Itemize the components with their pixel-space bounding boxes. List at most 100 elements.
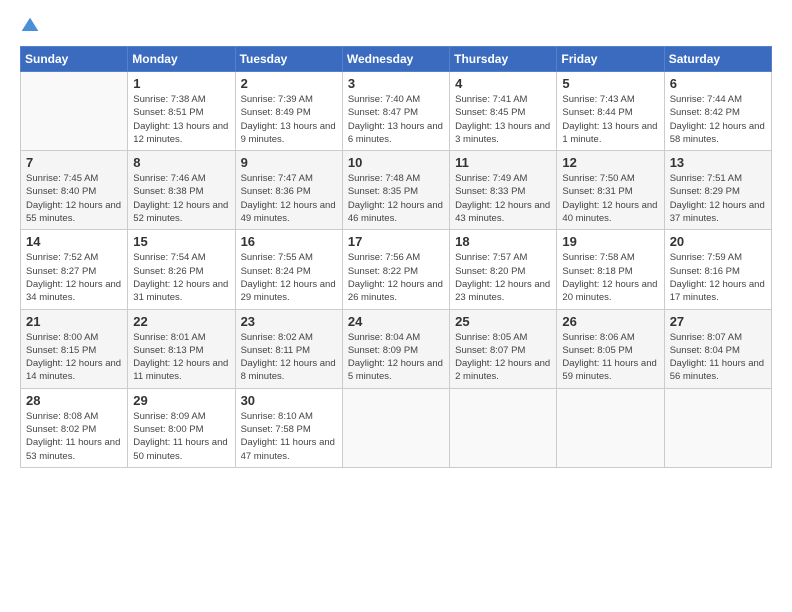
- calendar-cell: [664, 388, 771, 467]
- calendar-cell: 7 Sunrise: 7:45 AMSunset: 8:40 PMDaylight…: [21, 151, 128, 230]
- day-info: Sunrise: 7:39 AMSunset: 8:49 PMDaylight:…: [241, 93, 337, 146]
- day-info: Sunrise: 8:04 AMSunset: 8:09 PMDaylight:…: [348, 331, 444, 384]
- day-number: 26: [562, 314, 658, 329]
- day-info: Sunrise: 8:05 AMSunset: 8:07 PMDaylight:…: [455, 331, 551, 384]
- day-info: Sunrise: 8:00 AMSunset: 8:15 PMDaylight:…: [26, 331, 122, 384]
- day-info: Sunrise: 8:06 AMSunset: 8:05 PMDaylight:…: [562, 331, 658, 384]
- calendar-week-row: 14Sunrise: 7:52 AMSunset: 8:27 PMDayligh…: [21, 230, 772, 309]
- day-info: Sunrise: 7:50 AMSunset: 8:31 PMDaylight:…: [562, 172, 658, 225]
- calendar-cell: 5Sunrise: 7:43 AMSunset: 8:44 PMDaylight…: [557, 72, 664, 151]
- day-number: 13: [670, 155, 766, 170]
- day-of-week-header: Wednesday: [342, 47, 449, 72]
- day-info: Sunrise: 7:45 AMSunset: 8:40 PMDaylight:…: [26, 172, 122, 225]
- calendar-cell: 30 Sunrise: 8:10 AMSunset: 7:58 PMDayligh…: [235, 388, 342, 467]
- day-info: Sunrise: 7:41 AMSunset: 8:45 PMDaylight:…: [455, 93, 551, 146]
- day-number: 6: [670, 76, 766, 91]
- calendar-cell: 21 Sunrise: 8:00 AMSunset: 8:15 PMDayligh…: [21, 309, 128, 388]
- calendar-cell: 8 Sunrise: 7:46 AMSunset: 8:38 PMDaylight…: [128, 151, 235, 230]
- calendar-table: SundayMondayTuesdayWednesdayThursdayFrid…: [20, 46, 772, 468]
- calendar-cell: 20Sunrise: 7:59 AMSunset: 8:16 PMDayligh…: [664, 230, 771, 309]
- calendar-cell: 18 Sunrise: 7:57 AMSunset: 8:20 PMDayligh…: [450, 230, 557, 309]
- calendar-cell: 29 Sunrise: 8:09 AMSunset: 8:00 PMDayligh…: [128, 388, 235, 467]
- day-info: Sunrise: 7:38 AMSunset: 8:51 PMDaylight:…: [133, 93, 229, 146]
- day-number: 27: [670, 314, 766, 329]
- calendar-cell: 17 Sunrise: 7:56 AMSunset: 8:22 PMDayligh…: [342, 230, 449, 309]
- calendar-cell: 11 Sunrise: 7:49 AMSunset: 8:33 PMDayligh…: [450, 151, 557, 230]
- day-info: Sunrise: 7:54 AMSunset: 8:26 PMDaylight:…: [133, 251, 229, 304]
- logo-icon: [20, 16, 40, 36]
- calendar-cell: 6 Sunrise: 7:44 AMSunset: 8:42 PMDaylight…: [664, 72, 771, 151]
- calendar-cell: 19 Sunrise: 7:58 AMSunset: 8:18 PMDayligh…: [557, 230, 664, 309]
- day-info: Sunrise: 7:46 AMSunset: 8:38 PMDaylight:…: [133, 172, 229, 225]
- calendar-cell: [450, 388, 557, 467]
- day-info: Sunrise: 8:09 AMSunset: 8:00 PMDaylight:…: [133, 410, 229, 463]
- calendar-cell: 24 Sunrise: 8:04 AMSunset: 8:09 PMDayligh…: [342, 309, 449, 388]
- calendar-cell: 14Sunrise: 7:52 AMSunset: 8:27 PMDayligh…: [21, 230, 128, 309]
- day-info: Sunrise: 8:10 AMSunset: 7:58 PMDaylight:…: [241, 410, 337, 463]
- day-number: 11: [455, 155, 551, 170]
- calendar-cell: [557, 388, 664, 467]
- calendar-week-row: 28Sunrise: 8:08 AMSunset: 8:02 PMDayligh…: [21, 388, 772, 467]
- day-number: 10: [348, 155, 444, 170]
- day-of-week-header: Saturday: [664, 47, 771, 72]
- calendar-cell: 2Sunrise: 7:39 AMSunset: 8:49 PMDaylight…: [235, 72, 342, 151]
- calendar-cell: 3 Sunrise: 7:40 AMSunset: 8:47 PMDaylight…: [342, 72, 449, 151]
- day-number: 18: [455, 234, 551, 249]
- day-info: Sunrise: 8:02 AMSunset: 8:11 PMDaylight:…: [241, 331, 337, 384]
- calendar-week-row: 1 Sunrise: 7:38 AMSunset: 8:51 PMDaylight…: [21, 72, 772, 151]
- day-info: Sunrise: 7:55 AMSunset: 8:24 PMDaylight:…: [241, 251, 337, 304]
- calendar-cell: [21, 72, 128, 151]
- calendar-cell: 28Sunrise: 8:08 AMSunset: 8:02 PMDayligh…: [21, 388, 128, 467]
- day-info: Sunrise: 8:08 AMSunset: 8:02 PMDaylight:…: [26, 410, 122, 463]
- day-of-week-header: Monday: [128, 47, 235, 72]
- day-number: 22: [133, 314, 229, 329]
- day-number: 15: [133, 234, 229, 249]
- day-number: 5: [562, 76, 658, 91]
- day-of-week-header: Thursday: [450, 47, 557, 72]
- day-info: Sunrise: 7:57 AMSunset: 8:20 PMDaylight:…: [455, 251, 551, 304]
- day-number: 20: [670, 234, 766, 249]
- calendar-cell: 16Sunrise: 7:55 AMSunset: 8:24 PMDayligh…: [235, 230, 342, 309]
- calendar-cell: 10Sunrise: 7:48 AMSunset: 8:35 PMDayligh…: [342, 151, 449, 230]
- day-number: 29: [133, 393, 229, 408]
- day-number: 3: [348, 76, 444, 91]
- calendar-cell: 15 Sunrise: 7:54 AMSunset: 8:26 PMDayligh…: [128, 230, 235, 309]
- day-info: Sunrise: 7:44 AMSunset: 8:42 PMDaylight:…: [670, 93, 766, 146]
- day-info: Sunrise: 8:07 AMSunset: 8:04 PMDaylight:…: [670, 331, 766, 384]
- day-number: 19: [562, 234, 658, 249]
- calendar-cell: 27 Sunrise: 8:07 AMSunset: 8:04 PMDayligh…: [664, 309, 771, 388]
- calendar-cell: 25Sunrise: 8:05 AMSunset: 8:07 PMDayligh…: [450, 309, 557, 388]
- calendar-cell: 1 Sunrise: 7:38 AMSunset: 8:51 PMDaylight…: [128, 72, 235, 151]
- day-info: Sunrise: 7:52 AMSunset: 8:27 PMDaylight:…: [26, 251, 122, 304]
- day-of-week-header: Friday: [557, 47, 664, 72]
- calendar-cell: 12 Sunrise: 7:50 AMSunset: 8:31 PMDayligh…: [557, 151, 664, 230]
- calendar-cell: 4Sunrise: 7:41 AMSunset: 8:45 PMDaylight…: [450, 72, 557, 151]
- day-number: 8: [133, 155, 229, 170]
- day-of-week-header: Tuesday: [235, 47, 342, 72]
- day-info: Sunrise: 7:56 AMSunset: 8:22 PMDaylight:…: [348, 251, 444, 304]
- day-of-week-header: Sunday: [21, 47, 128, 72]
- calendar-cell: 23 Sunrise: 8:02 AMSunset: 8:11 PMDayligh…: [235, 309, 342, 388]
- day-number: 1: [133, 76, 229, 91]
- day-number: 30: [241, 393, 337, 408]
- calendar-cell: 26 Sunrise: 8:06 AMSunset: 8:05 PMDayligh…: [557, 309, 664, 388]
- logo: [20, 16, 44, 36]
- calendar-week-row: 21 Sunrise: 8:00 AMSunset: 8:15 PMDayligh…: [21, 309, 772, 388]
- day-info: Sunrise: 7:51 AMSunset: 8:29 PMDaylight:…: [670, 172, 766, 225]
- calendar-cell: [342, 388, 449, 467]
- day-info: Sunrise: 7:49 AMSunset: 8:33 PMDaylight:…: [455, 172, 551, 225]
- day-number: 24: [348, 314, 444, 329]
- page-header: [20, 16, 772, 36]
- calendar-header-row: SundayMondayTuesdayWednesdayThursdayFrid…: [21, 47, 772, 72]
- calendar-cell: 22Sunrise: 8:01 AMSunset: 8:13 PMDayligh…: [128, 309, 235, 388]
- day-number: 23: [241, 314, 337, 329]
- day-info: Sunrise: 7:47 AMSunset: 8:36 PMDaylight:…: [241, 172, 337, 225]
- day-number: 7: [26, 155, 122, 170]
- day-number: 21: [26, 314, 122, 329]
- day-number: 17: [348, 234, 444, 249]
- day-info: Sunrise: 7:40 AMSunset: 8:47 PMDaylight:…: [348, 93, 444, 146]
- calendar-cell: 13 Sunrise: 7:51 AMSunset: 8:29 PMDayligh…: [664, 151, 771, 230]
- day-number: 12: [562, 155, 658, 170]
- day-number: 9: [241, 155, 337, 170]
- day-info: Sunrise: 7:58 AMSunset: 8:18 PMDaylight:…: [562, 251, 658, 304]
